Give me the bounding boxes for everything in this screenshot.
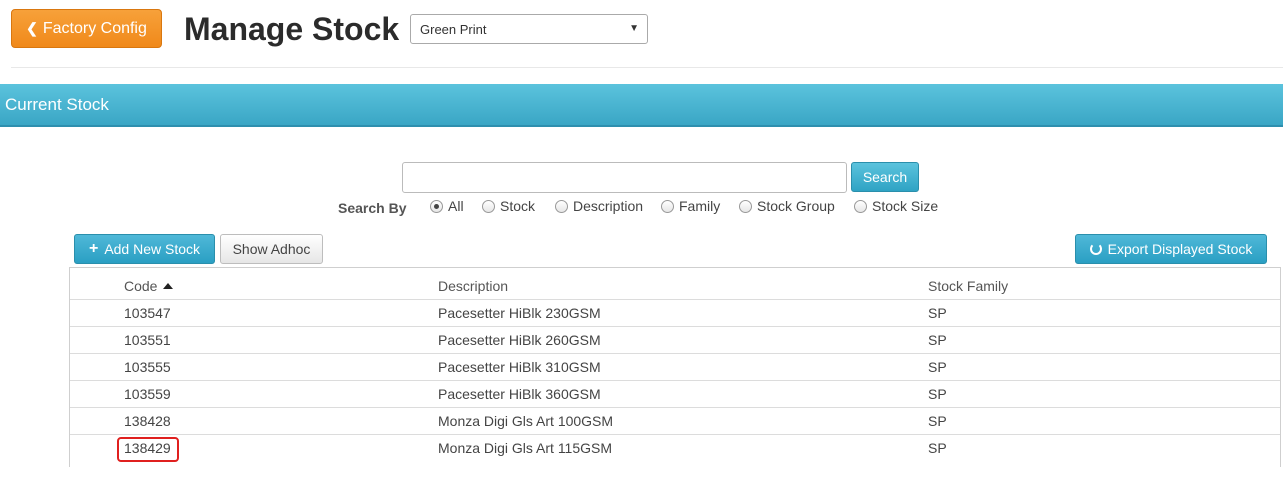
cell-family: SP xyxy=(928,305,947,321)
radio-label-description: Description xyxy=(573,198,644,214)
radio-option-family[interactable]: Family xyxy=(661,198,720,214)
page-title: Manage Stock xyxy=(184,11,400,47)
cell-description: Pacesetter HiBlk 310GSM xyxy=(438,359,601,375)
cell-code: 103547 xyxy=(124,305,171,321)
column-header-family-label: Stock Family xyxy=(928,278,1009,294)
table-header: Code Description Stock Family xyxy=(70,268,1280,301)
radio-label-stock-size: Stock Size xyxy=(872,198,939,214)
chevron-left-icon: ❮ xyxy=(26,20,38,36)
cell-code: 138428 xyxy=(124,413,171,429)
radio-unchecked-icon[interactable] xyxy=(739,199,752,213)
factory-config-label: Factory Config xyxy=(42,19,147,37)
radio-unchecked-icon[interactable] xyxy=(854,199,867,213)
add-new-stock-label: Add New Stock xyxy=(104,241,201,257)
radio-checked-icon[interactable] xyxy=(430,199,443,213)
search-by-group: Search By All Stock Description Family S… xyxy=(338,198,958,218)
column-header-family[interactable]: Stock Family xyxy=(928,278,1008,294)
site-select[interactable]: Green Print ▼ xyxy=(410,14,648,44)
export-label: Export Displayed Stock xyxy=(1107,241,1253,257)
factory-config-button[interactable]: ❮ Factory Config xyxy=(11,9,162,48)
cell-description: Monza Digi Gls Art 100GSM xyxy=(438,413,614,429)
radio-option-stock-group[interactable]: Stock Group xyxy=(739,198,835,214)
radio-option-description[interactable]: Description xyxy=(555,198,643,214)
radio-option-stock[interactable]: Stock xyxy=(482,198,535,214)
export-displayed-stock-button[interactable]: Export Displayed Stock xyxy=(1075,234,1267,264)
table-row[interactable]: 103555 Pacesetter HiBlk 310GSM SP xyxy=(70,353,1280,380)
search-by-label: Search By xyxy=(338,200,407,216)
table-row[interactable]: 103559 Pacesetter HiBlk 360GSM SP xyxy=(70,380,1280,407)
radio-label-stock: Stock xyxy=(500,198,536,214)
search-button[interactable]: Search xyxy=(851,162,919,192)
search-input[interactable] xyxy=(402,162,847,193)
cell-description: Pacesetter HiBlk 260GSM xyxy=(438,332,601,348)
cell-family: SP xyxy=(928,440,947,456)
cell-code: 138429 xyxy=(124,440,171,456)
dropdown-caret-icon: ▼ xyxy=(629,23,639,34)
radio-label-all: All xyxy=(448,198,464,214)
table-row[interactable]: 138429 Monza Digi Gls Art 115GSM SP xyxy=(70,434,1280,462)
column-header-code[interactable]: Code xyxy=(124,278,174,294)
radio-unchecked-icon[interactable] xyxy=(661,199,674,213)
radio-label-stock-group: Stock Group xyxy=(757,198,835,214)
cell-description: Pacesetter HiBlk 230GSM xyxy=(438,305,601,321)
table-row[interactable]: 103551 Pacesetter HiBlk 260GSM SP xyxy=(70,326,1280,353)
stock-table: Code Description Stock Family 103547 Pac… xyxy=(69,267,1281,467)
show-adhoc-button[interactable]: Show Adhoc xyxy=(220,234,323,264)
table-row[interactable]: 138428 Monza Digi Gls Art 100GSM SP xyxy=(70,407,1280,434)
plus-icon: + xyxy=(88,240,99,257)
cell-family: SP xyxy=(928,386,947,402)
cell-description: Pacesetter HiBlk 360GSM xyxy=(438,386,601,402)
column-header-code-label: Code xyxy=(124,278,158,294)
radio-option-stock-size[interactable]: Stock Size xyxy=(854,198,938,214)
cell-code: 103559 xyxy=(124,386,171,402)
add-new-stock-button[interactable]: + Add New Stock xyxy=(74,234,215,264)
header-divider xyxy=(11,67,1283,68)
panel-title: Current Stock xyxy=(5,94,109,114)
site-select-value: Green Print xyxy=(420,21,487,37)
radio-option-all[interactable]: All xyxy=(430,198,464,214)
cell-description: Monza Digi Gls Art 115GSM xyxy=(438,440,613,456)
cell-family: SP xyxy=(928,332,947,348)
column-header-description[interactable]: Description xyxy=(438,278,508,294)
radio-unchecked-icon[interactable] xyxy=(482,199,495,213)
cell-family: SP xyxy=(928,413,947,429)
export-icon xyxy=(1089,243,1102,255)
panel-header: Current Stock xyxy=(0,84,1283,127)
cell-code: 103551 xyxy=(124,332,171,348)
cell-family: SP xyxy=(928,359,947,375)
table-row[interactable]: 103547 Pacesetter HiBlk 230GSM SP xyxy=(70,299,1280,326)
column-header-description-label: Description xyxy=(438,278,509,294)
radio-label-family: Family xyxy=(679,198,721,214)
cell-code: 103555 xyxy=(124,359,171,375)
radio-unchecked-icon[interactable] xyxy=(555,199,568,213)
sort-ascending-icon xyxy=(163,283,174,289)
